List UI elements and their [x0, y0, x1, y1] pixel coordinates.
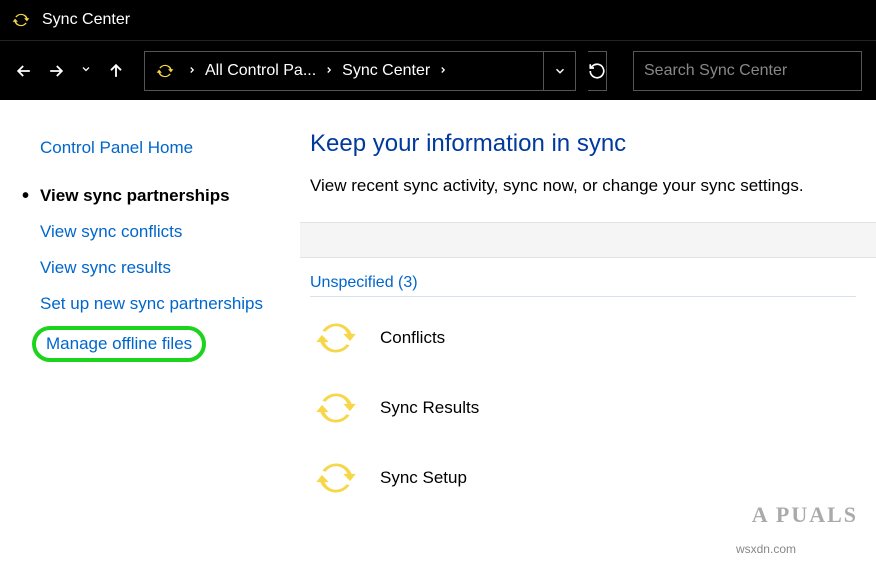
item-label: Sync Setup [380, 468, 467, 488]
watermark-brand: A PUALS [752, 502, 858, 528]
search-input[interactable] [644, 62, 851, 80]
sync-icon [310, 312, 362, 364]
forward-button[interactable] [46, 60, 66, 82]
sidebar-item-view-partnerships[interactable]: View sync partnerships [10, 178, 290, 214]
up-button[interactable] [106, 60, 126, 82]
sync-center-icon [10, 9, 32, 31]
sidebar-item-control-panel-home[interactable]: Control Panel Home [10, 130, 290, 166]
breadcrumb-item-control-panel[interactable]: All Control Pa... [199, 62, 322, 80]
content: Control Panel Home View sync partnership… [0, 100, 876, 564]
back-button[interactable] [14, 60, 34, 82]
sync-icon [310, 452, 362, 504]
sidebar: Control Panel Home View sync partnership… [0, 100, 300, 564]
chevron-right-icon[interactable] [322, 64, 336, 78]
sidebar-item-view-conflicts[interactable]: View sync conflicts [10, 214, 290, 250]
chevron-right-icon[interactable] [436, 64, 450, 78]
main-panel: Keep your information in sync View recen… [300, 100, 876, 564]
item-sync-results[interactable]: Sync Results [310, 373, 856, 443]
item-label: Sync Results [380, 398, 479, 418]
navbar: All Control Pa... Sync Center [0, 40, 876, 100]
toolbar-divider [300, 222, 876, 258]
manage-offline-highlight: Manage offline files [32, 326, 206, 362]
page-title: Keep your information in sync [310, 130, 856, 158]
titlebar: Sync Center [0, 0, 876, 40]
history-dropdown[interactable] [78, 62, 94, 80]
item-label: Conflicts [380, 328, 445, 348]
watermark-url: wsxdn.com [736, 542, 796, 556]
sidebar-item-view-results[interactable]: View sync results [10, 250, 290, 286]
item-conflicts[interactable]: Conflicts [310, 303, 856, 373]
page-subtext: View recent sync activity, sync now, or … [310, 176, 856, 196]
search-box[interactable] [633, 51, 862, 91]
sidebar-item-manage-offline[interactable]: Manage offline files [46, 334, 192, 354]
sidebar-item-setup-partnerships[interactable]: Set up new sync partnerships [10, 286, 290, 322]
breadcrumb-dropdown[interactable] [543, 52, 575, 90]
breadcrumb[interactable]: All Control Pa... Sync Center [144, 51, 576, 91]
sync-center-icon [154, 60, 176, 82]
refresh-button[interactable] [588, 51, 607, 91]
breadcrumb-item-sync-center[interactable]: Sync Center [336, 62, 436, 80]
sync-icon [310, 382, 362, 434]
chevron-right-icon[interactable] [185, 64, 199, 78]
group-header-unspecified[interactable]: Unspecified (3) [310, 274, 856, 297]
window-title: Sync Center [42, 11, 130, 29]
